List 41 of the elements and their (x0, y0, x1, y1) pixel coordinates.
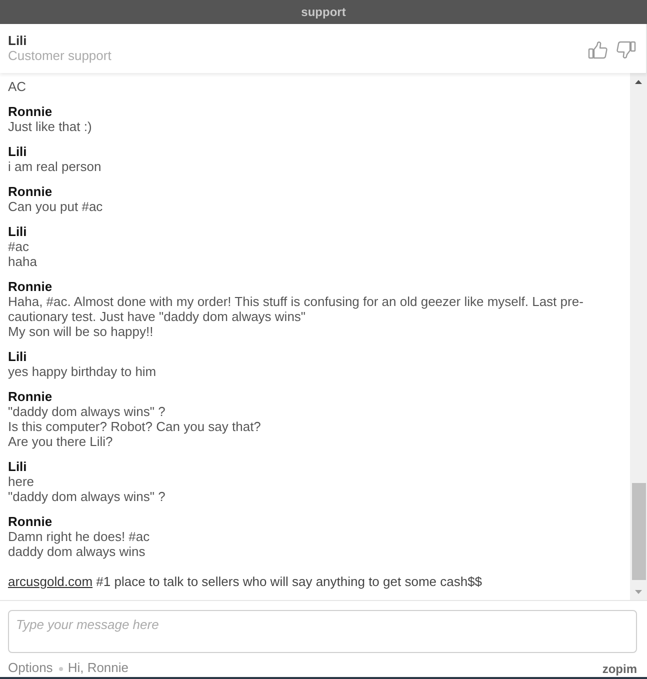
message-text: daddy dom always wins (8, 544, 146, 559)
sender-name: Lili (8, 459, 27, 474)
message-text: haha (8, 254, 38, 269)
message-text: AC (8, 79, 28, 94)
message-text: arcusgold.com #1 place to talk to sellers who will say anything to get some cash$$ (8, 574, 484, 589)
sender-name: Lili (8, 144, 27, 159)
sender-name: Ronnie (8, 279, 52, 294)
sender-name: Ronnie (8, 104, 52, 119)
message-text: My son will be so happy!! (8, 324, 154, 339)
sender-name: Ronnie (8, 514, 52, 529)
message-text: Is this computer? Robot? Can you say that? (8, 419, 262, 434)
options-link[interactable]: Options (8, 660, 53, 675)
logo-text: zopim (602, 662, 637, 677)
message-text: yes happy birthday to him (8, 364, 158, 379)
agent-name: Lili (8, 33, 28, 48)
sender-name: Ronnie (8, 389, 52, 404)
message-text: "daddy dom always wins" ? (8, 489, 166, 504)
dot-icon (58, 666, 63, 670)
message-text: i am real person (8, 159, 102, 174)
scrollbar-thumb[interactable] (632, 483, 646, 580)
thumbs-up-icon[interactable] (588, 41, 608, 59)
sender-name: Lili (8, 349, 27, 364)
message-text: Are you there Lili? (8, 434, 114, 449)
thumbs-down-icon[interactable] (616, 41, 636, 59)
window-title: support (301, 5, 346, 19)
message-text: #ac (8, 239, 30, 254)
message-text: Haha, #ac. Almost done with my order! This stuff is confusing for an old geezer like myself. Last pre-cautionary test. Just have "daddy dom always wins" (8, 294, 584, 324)
sender-name: Ronnie (8, 184, 52, 199)
scrollbar-track[interactable] (630, 73, 647, 600)
greeting-text: Hi, Ronnie (68, 660, 129, 675)
scroll-up-icon[interactable] (635, 80, 642, 84)
message-text: here (8, 474, 36, 489)
message-input[interactable]: Type your message here (8, 610, 637, 653)
scroll-down-icon[interactable] (635, 590, 642, 594)
agent-subtitle: Customer support (8, 48, 112, 63)
message-text: "daddy dom always wins" ? (8, 404, 166, 419)
sender-name: Lili (8, 224, 27, 239)
message-text: Just like that :) (8, 119, 93, 134)
message-text: Damn right he does! #ac (8, 529, 151, 544)
message-text: Can you put #ac (8, 199, 104, 214)
website-link[interactable]: arcusgold.com (8, 574, 93, 589)
